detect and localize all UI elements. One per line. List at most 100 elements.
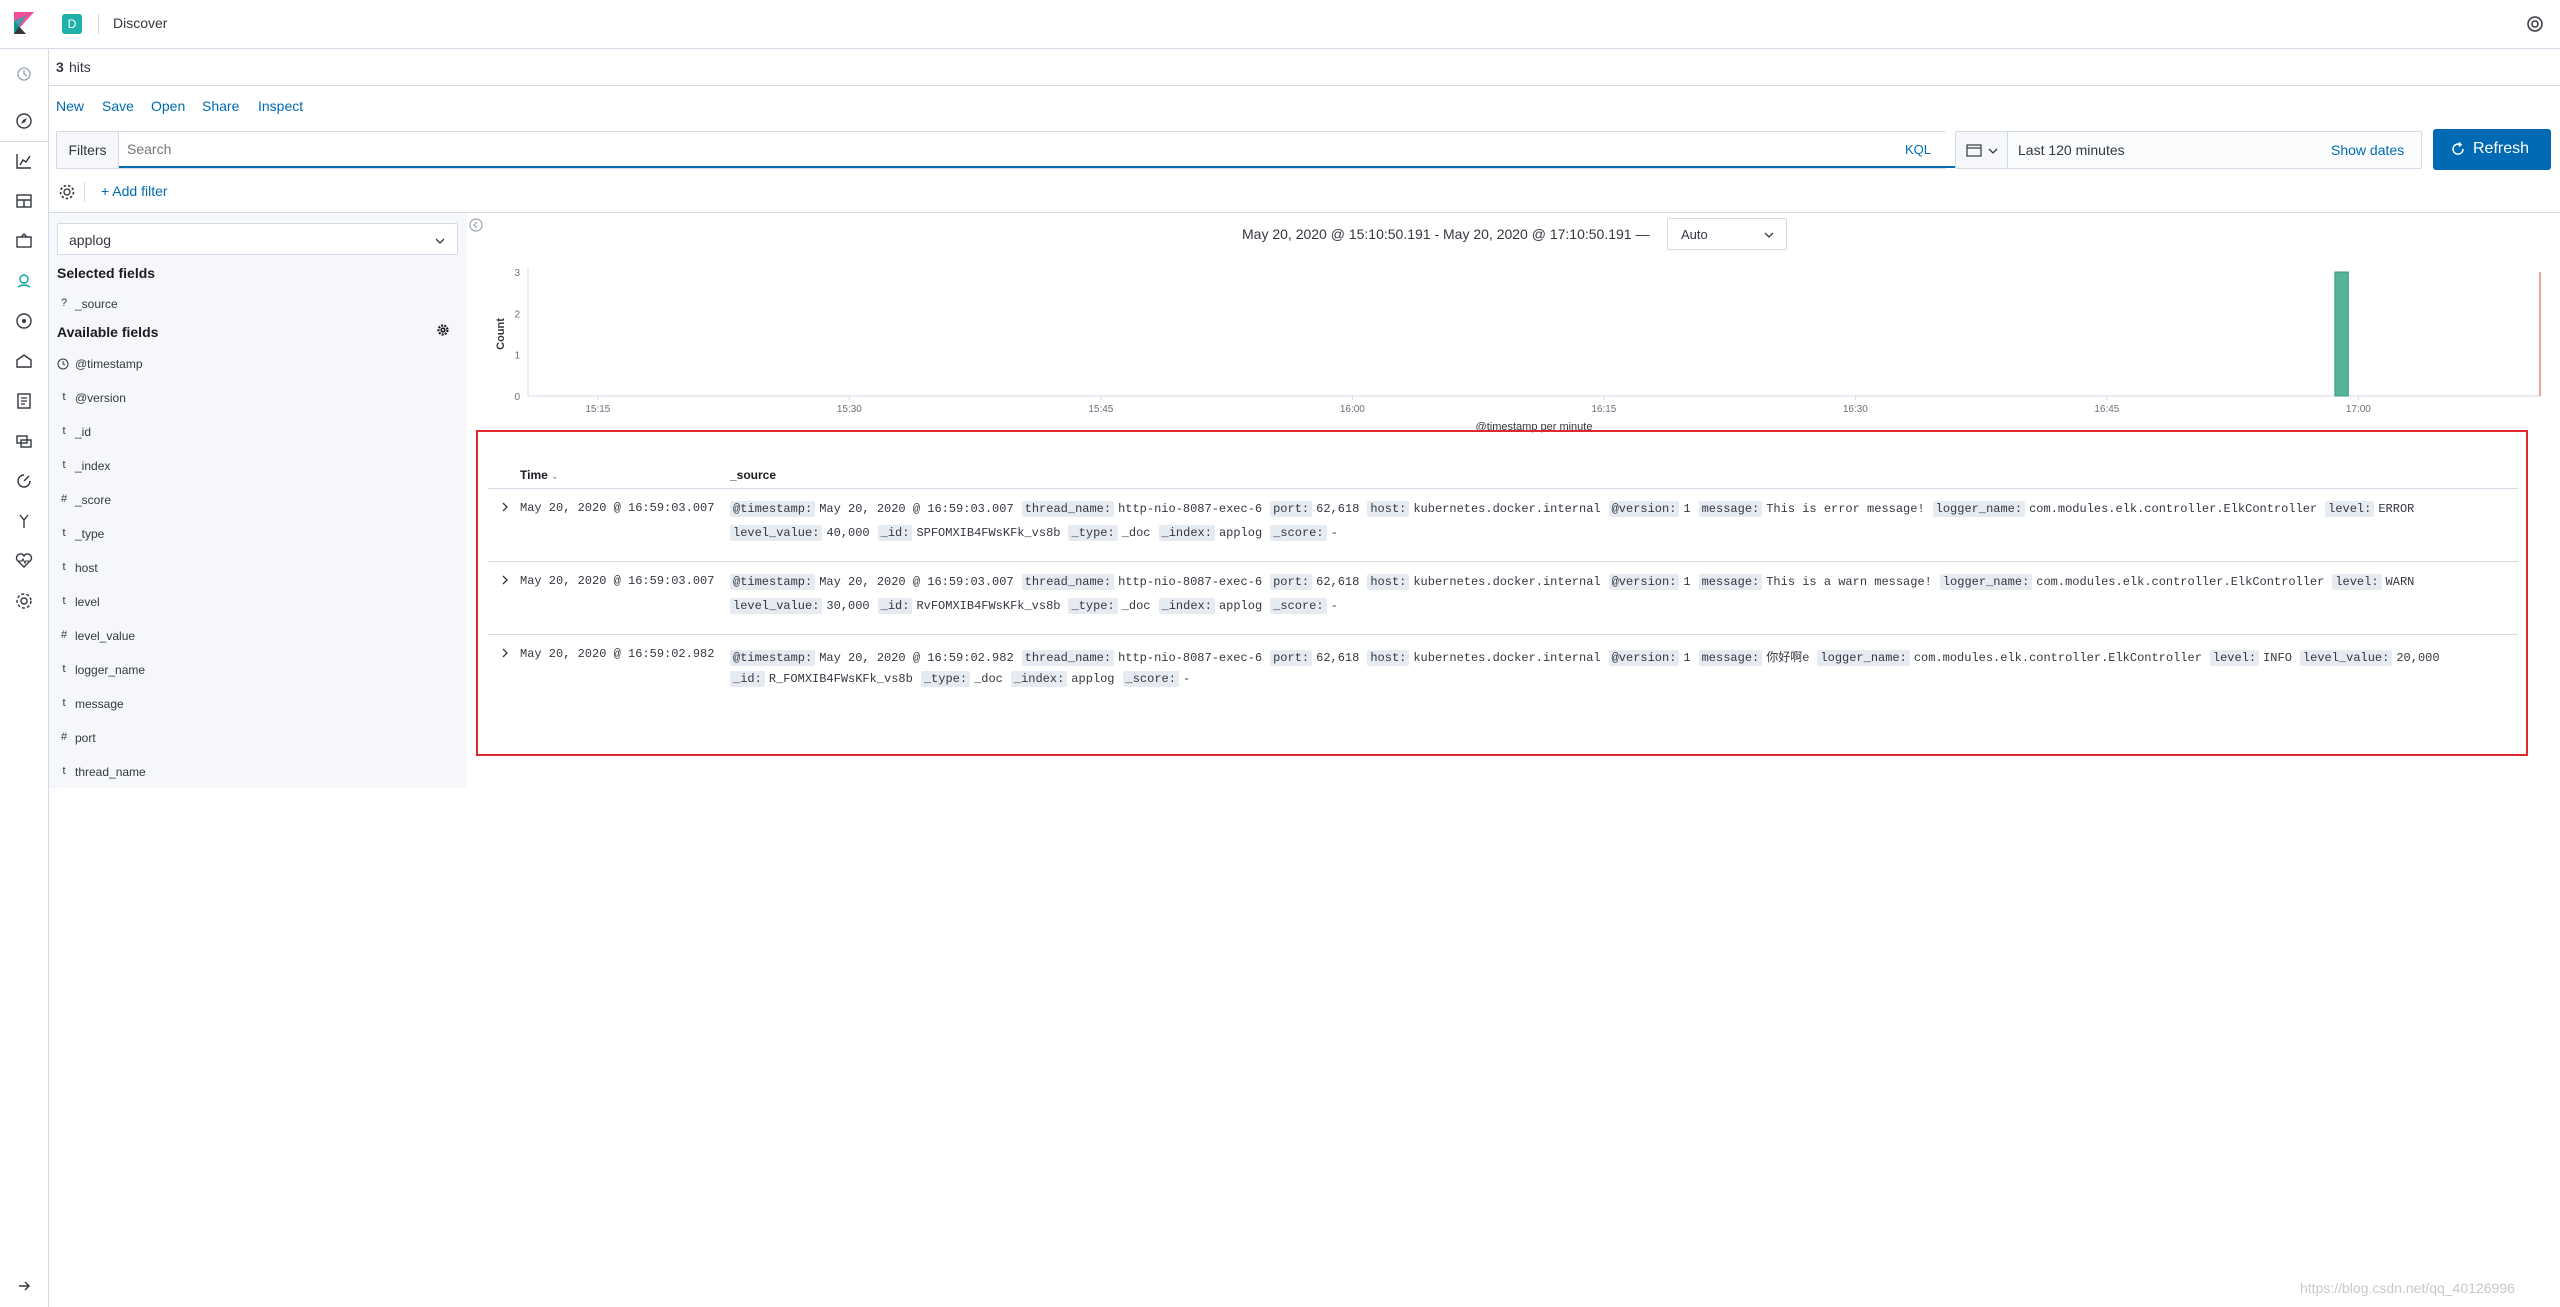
- help-icon[interactable]: [2526, 15, 2544, 33]
- field-item[interactable]: t message: [49, 697, 467, 731]
- field-item[interactable]: @timestamp: [49, 357, 467, 391]
- available-fields-heading: Available fields: [57, 324, 159, 340]
- sort-icon[interactable]: ⌄: [551, 471, 559, 481]
- refresh-button[interactable]: Refresh: [2433, 129, 2551, 170]
- field-item[interactable]: # port: [49, 731, 467, 765]
- field-type-icon: #: [60, 629, 68, 641]
- source-column-header: _source: [730, 468, 777, 482]
- field-item[interactable]: t logger_name: [49, 663, 467, 697]
- time-column-header[interactable]: Time ⌄: [520, 468, 559, 482]
- expand-row-icon[interactable]: [500, 648, 510, 658]
- field-name: port: [75, 731, 96, 745]
- discover-icon[interactable]: [14, 111, 34, 131]
- kibana-logo-icon[interactable]: [12, 12, 36, 36]
- add-filter-button[interactable]: + Add filter: [101, 183, 168, 199]
- field-type-icon: t: [62, 595, 66, 607]
- field-type-icon: #: [60, 731, 68, 743]
- source-value: 20,000: [2396, 651, 2440, 665]
- canvas-icon[interactable]: [14, 231, 34, 251]
- new-link[interactable]: New: [56, 98, 84, 114]
- quick-select-button[interactable]: [1956, 132, 2008, 168]
- source-value: INFO: [2263, 651, 2292, 665]
- filter-divider: [84, 182, 85, 202]
- top-header: D Discover: [0, 0, 2560, 49]
- source-key: _index:: [1158, 525, 1215, 541]
- gear-icon[interactable]: [437, 324, 449, 336]
- expand-row-icon[interactable]: [500, 502, 510, 512]
- y-tick-label: 0: [514, 392, 520, 403]
- source-key: level:: [2332, 574, 2382, 590]
- source-key: message:: [1698, 574, 1763, 590]
- watermark: https://blog.csdn.net/qq_40126996: [2300, 1280, 2515, 1296]
- field-type-icon: t: [62, 765, 66, 777]
- field-item[interactable]: # level_value: [49, 629, 467, 663]
- field-item[interactable]: t _id: [49, 425, 467, 459]
- open-link[interactable]: Open: [151, 98, 185, 114]
- interval-select[interactable]: Auto: [1667, 218, 1787, 250]
- index-pattern-name: applog: [69, 232, 112, 248]
- index-pattern-select[interactable]: applog: [57, 223, 458, 255]
- kql-button[interactable]: KQL: [1905, 142, 1931, 157]
- collapse-sidebar-icon[interactable]: [469, 218, 483, 232]
- field-item[interactable]: t level: [49, 595, 467, 629]
- source-key: level_value:: [730, 598, 823, 614]
- source-value: 30,000: [826, 599, 870, 613]
- source-value: R_FOMXIB4FWsKFk_vs8b: [768, 672, 913, 686]
- show-dates-link[interactable]: Show dates: [2331, 142, 2404, 158]
- space-avatar[interactable]: D: [62, 14, 82, 34]
- filter-settings-icon[interactable]: [58, 183, 76, 201]
- dev-tools-icon[interactable]: [14, 511, 34, 531]
- field-item[interactable]: t @version: [49, 391, 467, 425]
- search-input[interactable]: [119, 132, 1956, 168]
- source-value: 62,618: [1316, 651, 1360, 665]
- source-value: 1: [1683, 502, 1691, 516]
- field-item[interactable]: t _index: [49, 459, 467, 493]
- source-value: applog: [1218, 526, 1263, 540]
- filters-button[interactable]: Filters: [57, 132, 119, 168]
- field-item[interactable]: t host: [49, 561, 467, 595]
- visualize-icon[interactable]: [14, 151, 34, 171]
- field-item[interactable]: t thread_name: [49, 765, 467, 799]
- source-value: This is error message!: [1766, 502, 1925, 516]
- source-key: _id:: [730, 671, 765, 687]
- collapse-nav-icon[interactable]: [14, 1276, 34, 1296]
- ml-icon[interactable]: [14, 311, 34, 331]
- save-link[interactable]: Save: [102, 98, 134, 114]
- uptime-icon[interactable]: [14, 471, 34, 491]
- query-bar: Filters KQL: [56, 131, 1956, 169]
- source-key: _type:: [1068, 525, 1118, 541]
- field-item[interactable]: # _score: [49, 493, 467, 527]
- share-link[interactable]: Share: [202, 98, 239, 114]
- chevron-down-icon: [1988, 148, 1998, 154]
- field-type-icon: t: [62, 561, 66, 573]
- apm-icon[interactable]: [14, 431, 34, 451]
- row-divider: [488, 561, 2518, 562]
- monitoring-icon[interactable]: [14, 551, 34, 571]
- source-key: _index:: [1010, 671, 1068, 687]
- inspect-link[interactable]: Inspect: [258, 98, 303, 114]
- logs-icon[interactable]: [14, 391, 34, 411]
- source-line: @timestamp: May 20, 2020 @ 16:59:03.007 th…: [730, 574, 2422, 590]
- source-key: logger_name:: [1939, 574, 2033, 590]
- row-timestamp: May 20, 2020 @ 16:59:03.007: [520, 501, 715, 515]
- field-item[interactable]: t _type: [49, 527, 467, 561]
- source-value: 你好啊e: [1766, 651, 1810, 665]
- field-name: _score: [75, 493, 112, 507]
- management-icon[interactable]: [14, 591, 34, 611]
- infrastructure-icon[interactable]: [14, 351, 34, 371]
- histogram-chart[interactable]: 0 1 2 3 15:15 15:30 15:45 16:00 16:15 16:30 16:45 1…: [490, 258, 2550, 434]
- source-key: @version:: [1608, 574, 1680, 590]
- maps-icon[interactable]: [14, 271, 34, 291]
- refresh-label: Refresh: [2473, 140, 2530, 157]
- y-tick-label: 1: [514, 351, 520, 362]
- source-key: @timestamp:: [730, 650, 816, 666]
- source-key: @version:: [1608, 650, 1680, 666]
- source-key: host:: [1367, 501, 1410, 517]
- expand-row-icon[interactable]: [500, 575, 510, 585]
- source-key: level:: [2209, 650, 2260, 666]
- recent-icon[interactable]: [14, 64, 34, 84]
- dashboard-icon[interactable]: [14, 191, 34, 211]
- date-range-text[interactable]: Last 120 minutes: [2018, 142, 2125, 158]
- source-value: May 20, 2020 @ 16:59:03.007: [819, 575, 1014, 589]
- source-key: port:: [1270, 574, 1313, 590]
